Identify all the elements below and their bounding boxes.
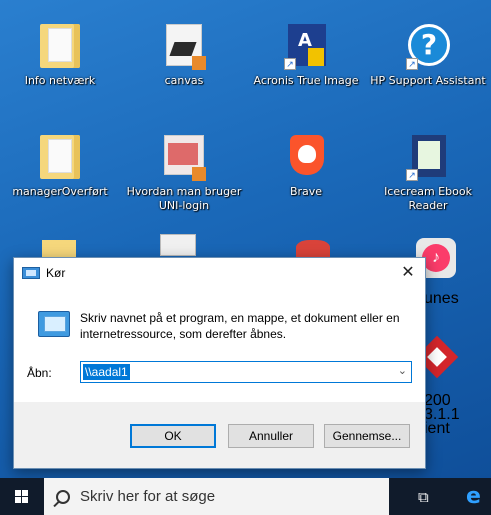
ok-button[interactable]: OK <box>130 424 216 448</box>
dialog-footer: OK Annuller Gennemse... <box>14 402 425 468</box>
desktop-icon-canvas[interactable]: canvas <box>124 22 244 88</box>
dialog-description: Skriv navnet på et program, en mappe, et… <box>80 311 400 341</box>
open-input-value[interactable]: \\aadal1 <box>83 364 130 380</box>
acronis-icon: A ↗ <box>284 22 328 70</box>
run-icon <box>38 311 70 337</box>
desktop-icon-manager-overfort[interactable]: managerOverført <box>0 133 120 199</box>
desktop-icon-label: Acronis True Image <box>253 74 359 87</box>
desktop-icon-label: Hvordan man bruger UNI-login <box>126 185 242 212</box>
desktop-icon-label: unes <box>424 290 459 307</box>
desktop-icon-label: Brave <box>289 185 323 198</box>
search-placeholder: Skriv her for at søge <box>80 488 216 505</box>
folder-icon <box>38 133 82 181</box>
shortcut-arrow-icon: ↗ <box>284 58 296 70</box>
start-button[interactable] <box>0 478 44 515</box>
brave-lion-icon <box>284 133 328 181</box>
shortcut-arrow-icon: ↗ <box>406 58 418 70</box>
image-file-icon <box>162 133 206 181</box>
taskbar-search-box[interactable]: Skriv her for at søge <box>44 478 389 515</box>
run-dialog: Kør ✕ Skriv navnet på et program, en map… <box>13 257 426 469</box>
edge-browser-icon[interactable]: e <box>466 484 481 509</box>
desktop-icon-icecream-ebook[interactable]: ↗ Icecream Ebook Reader <box>368 133 488 213</box>
desktop-icon-acronis[interactable]: A ↗ Acronis True Image <box>246 22 366 88</box>
desktop-icon-label: managerOverført <box>12 185 108 198</box>
dialog-titlebar: Kør <box>14 258 425 288</box>
close-button[interactable]: ✕ <box>391 258 425 288</box>
windows-logo-icon <box>15 490 29 504</box>
help-question-icon: ? ↗ <box>406 22 450 70</box>
desktop-icon-label: Info netværk <box>24 74 96 87</box>
browse-button[interactable]: Gennemse... <box>324 424 410 448</box>
desktop-icon-label: Icecream Ebook Reader <box>384 185 472 212</box>
open-combobox[interactable]: \\aadal1 ⌄ <box>80 361 412 383</box>
cancel-button[interactable]: Annuller <box>228 424 314 448</box>
shortcut-arrow-icon: ↗ <box>406 169 418 181</box>
image-file-icon <box>162 22 206 70</box>
open-label: Åbn: <box>27 366 52 380</box>
desktop-icon-label: HP Support Assistant <box>370 74 486 87</box>
folder-icon <box>42 240 76 258</box>
chevron-down-icon[interactable]: ⌄ <box>398 364 407 377</box>
desktop-icon-hp-support[interactable]: ? ↗ HP Support Assistant <box>368 22 488 88</box>
desktop-icon-brave[interactable]: Brave <box>246 133 366 199</box>
desktop-icon-info-netvaerk[interactable]: Info netværk <box>0 22 120 88</box>
task-view-icon[interactable]: ⧉ <box>418 489 429 506</box>
desktop-icon-label: 200 3.1.1 ient <box>424 392 460 437</box>
desktop-icon-uni-login[interactable]: Hvordan man bruger UNI-login <box>124 133 244 213</box>
run-icon <box>22 267 40 279</box>
dialog-title: Kør <box>46 266 66 280</box>
ebook-reader-icon: ↗ <box>406 133 450 181</box>
desktop-icon-label: canvas <box>164 74 204 87</box>
search-icon <box>56 489 70 504</box>
document-icon <box>160 234 196 256</box>
app-icon <box>296 240 330 258</box>
folder-icon <box>38 22 82 70</box>
